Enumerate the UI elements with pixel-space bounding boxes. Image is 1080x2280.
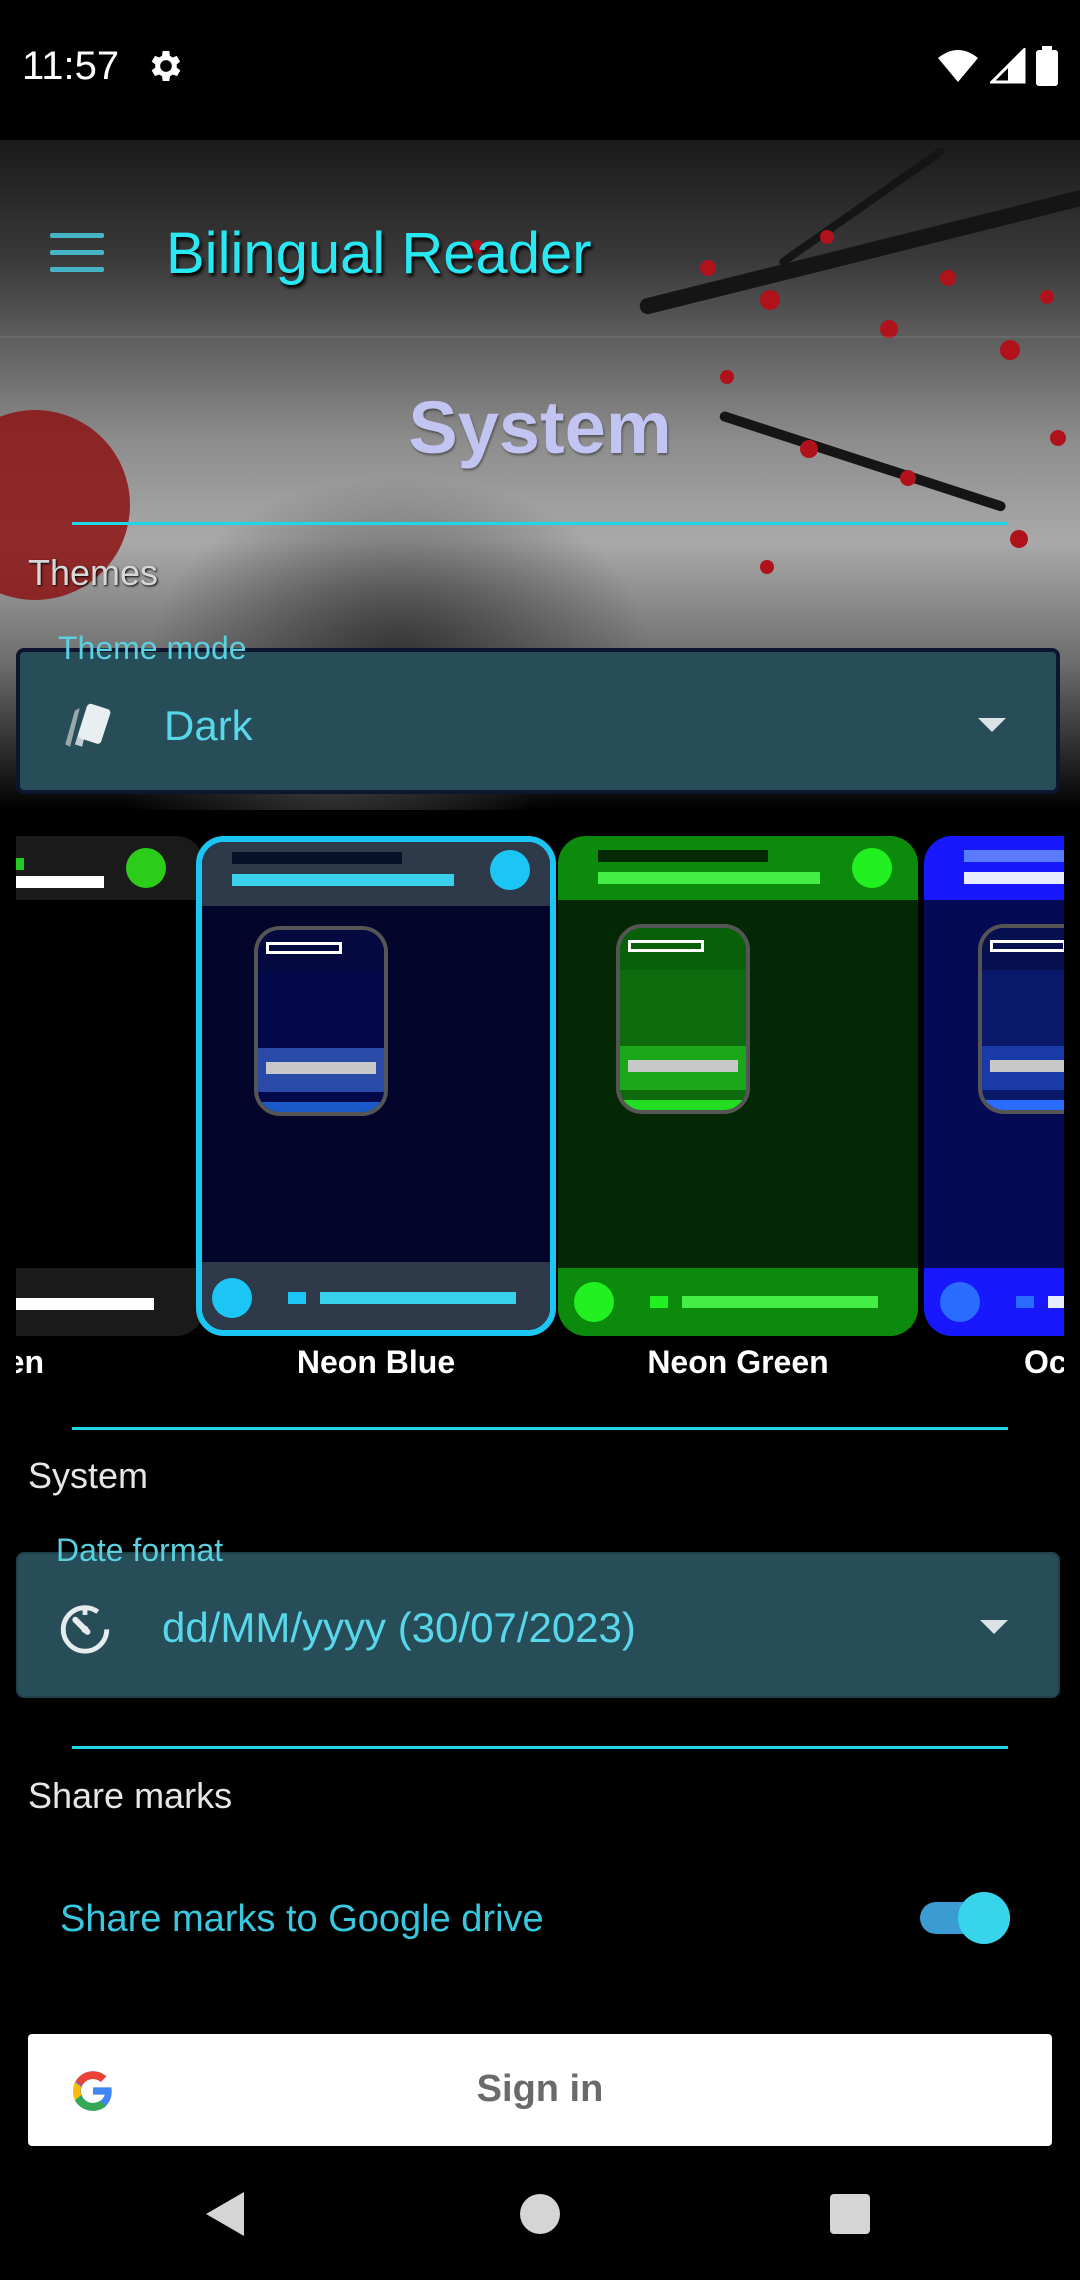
blossom-image: [1010, 530, 1028, 548]
theme-card-label: Oce: [1024, 1344, 1064, 1380]
palette-cards-icon: [65, 703, 111, 747]
nav-back-icon[interactable]: [206, 2192, 244, 2236]
nav-recents-icon[interactable]: [830, 2194, 870, 2234]
theme-mode-dropdown[interactable]: Theme mode Dark: [16, 630, 1060, 794]
page-title: System: [408, 386, 672, 469]
blossom-image: [720, 370, 734, 384]
wifi-icon: [938, 50, 978, 82]
hamburger-menu-icon[interactable]: [50, 233, 104, 273]
chevron-down-icon: [980, 1620, 1008, 1634]
share-marks-toggle-label: Share marks to Google drive: [60, 1898, 544, 1940]
date-format-dropdown[interactable]: Date format dd/MM/yyyy (30/07/2023): [16, 1532, 1060, 1698]
timer-icon: [60, 1605, 110, 1654]
theme-card-ocean[interactable]: [924, 836, 1064, 1336]
divider: [72, 1427, 1008, 1430]
share-marks-toggle[interactable]: [920, 1892, 1010, 1944]
theme-mode-legend: Theme mode: [58, 630, 247, 666]
theme-card-label: Neon Green: [647, 1344, 829, 1380]
blossom-image: [1000, 340, 1020, 360]
date-format-value: dd/MM/yyyy (30/07/2023): [162, 1604, 636, 1651]
system-icons: [936, 44, 1058, 88]
status-time: 11:57: [22, 44, 120, 88]
settings-gear-icon: [151, 51, 181, 81]
status-bar: 11:57: [0, 0, 1080, 140]
blossom-image: [900, 470, 916, 486]
theme-card[interactable]: [16, 836, 204, 1336]
cellular-signal-icon: [990, 48, 1026, 84]
battery-icon: [1036, 46, 1058, 86]
share-marks-row[interactable]: Share marks to Google drive: [0, 1870, 1080, 1970]
nav-home-icon[interactable]: [520, 2194, 560, 2234]
theme-card-neon-blue[interactable]: [196, 836, 556, 1336]
app-title: Bilingual Reader: [166, 221, 592, 286]
themes-carousel[interactable]: en Neon Blue: [16, 832, 1064, 1392]
date-format-legend: Date format: [56, 1532, 224, 1568]
blossom-image: [760, 560, 774, 574]
screen: 11:57 Bilingual Reader System Themes The…: [0, 0, 1080, 2280]
theme-card-label: en: [16, 1344, 44, 1380]
divider: [72, 522, 1008, 525]
themes-section-label: Themes: [28, 552, 159, 593]
theme-mode-value: Dark: [164, 702, 253, 749]
divider: [72, 1746, 1008, 1749]
theme-card-label: Neon Blue: [296, 1344, 456, 1380]
theme-card-neon-green[interactable]: [558, 836, 918, 1336]
sign-in-label: Sign in: [476, 2068, 604, 2110]
system-section-label: System: [28, 1455, 149, 1496]
google-sign-in-button[interactable]: Sign in: [28, 2034, 1052, 2146]
navigation-bar: [0, 2150, 1080, 2280]
app-bar: Bilingual Reader: [0, 200, 1080, 338]
share-marks-section-label: Share marks: [28, 1775, 233, 1816]
chevron-down-icon: [978, 718, 1006, 732]
